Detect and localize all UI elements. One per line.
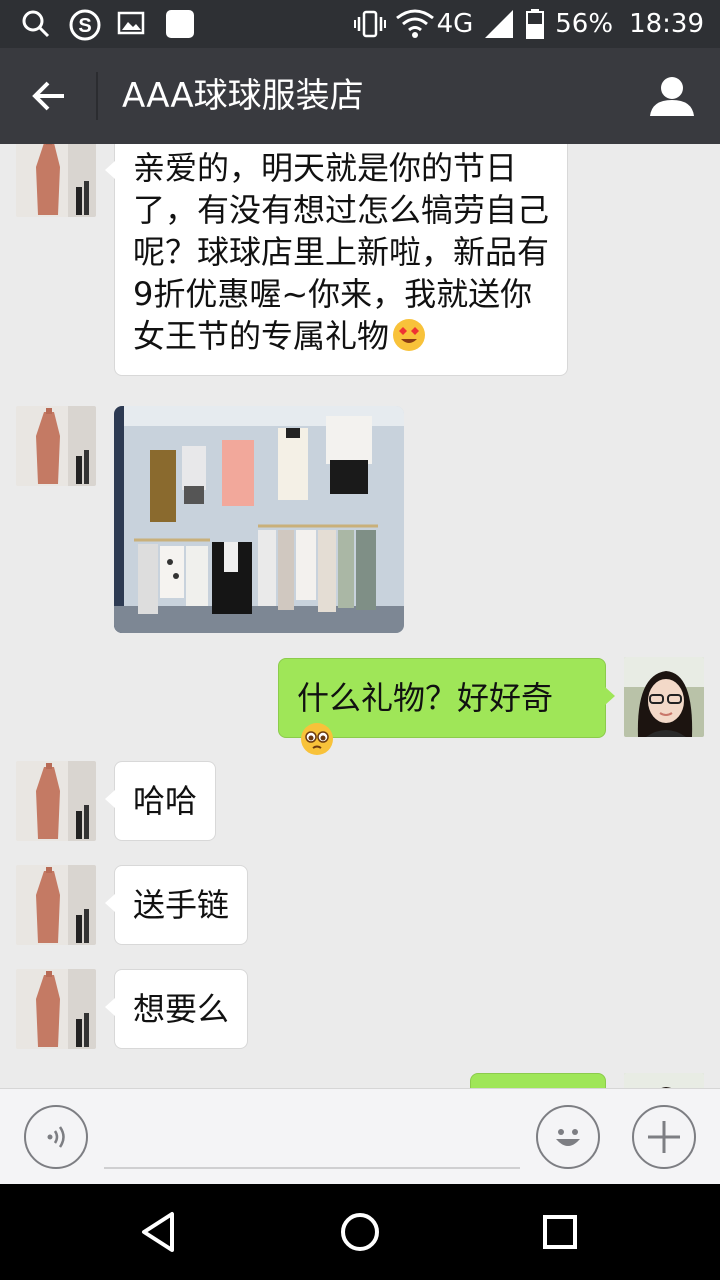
emoji-button[interactable] [536, 1105, 600, 1169]
smiley-icon [556, 1129, 580, 1146]
message-text: 送手链 [133, 886, 230, 924]
shop-avatar[interactable] [16, 865, 96, 945]
message-text: 想要么 [133, 990, 230, 1028]
pleading-emoji [299, 721, 335, 757]
shop-avatar[interactable] [16, 144, 96, 217]
message-bubble[interactable]: 哈哈 [104, 761, 217, 841]
clothing-rack-photo[interactable] [114, 406, 404, 633]
app-icon [164, 8, 196, 40]
voice-button[interactable] [24, 1105, 88, 1169]
wifi-icon [395, 8, 434, 40]
shop-avatar[interactable] [16, 969, 96, 1049]
message-bubble[interactable]: 亲爱的，明天就是你的节日了，有没有想过怎么犒劳自己呢？球球店里上新啦，新品有9折… [105, 144, 568, 376]
message-text: 什么礼物？好好奇 [297, 679, 554, 717]
clock: 18:39 [629, 9, 704, 39]
nav-recents-button[interactable] [536, 1208, 584, 1256]
home-circle-icon [341, 1213, 379, 1251]
svg-text:S: S [78, 15, 91, 37]
user-avatar[interactable] [624, 657, 704, 737]
status-bar: S 4G 56% 18:39 [0, 0, 720, 48]
person-icon [650, 77, 694, 116]
more-button[interactable] [632, 1105, 696, 1169]
page-title: AAA球球服装店 [122, 76, 364, 116]
message-input[interactable] [104, 1167, 520, 1169]
message-bubble[interactable]: 想要么 [104, 969, 249, 1049]
title-bar: AAA球球服装店 [0, 48, 720, 144]
nav-back-button[interactable] [136, 1208, 184, 1256]
message-bubble[interactable] [470, 1073, 606, 1088]
title-divider [96, 72, 98, 120]
signal-icon [483, 8, 515, 40]
user-avatar[interactable] [624, 1073, 704, 1088]
vibrate-icon [353, 8, 386, 40]
input-bar [0, 1088, 720, 1184]
search-icon [20, 8, 52, 40]
message-text: 哈哈 [133, 782, 198, 820]
nav-home-button[interactable] [336, 1208, 384, 1256]
sogou-icon: S [68, 8, 101, 41]
network-label: 4G [436, 9, 474, 39]
back-triangle-icon [142, 1212, 174, 1252]
battery-percent: 56% [555, 9, 614, 39]
plus-icon [648, 1121, 680, 1153]
voice-icon [47, 1126, 65, 1148]
shop-avatar[interactable] [16, 761, 96, 841]
system-nav-bar [0, 1184, 720, 1280]
shop-avatar[interactable] [16, 406, 96, 486]
heart-eyes-emoji [391, 317, 427, 353]
back-button[interactable] [22, 70, 74, 122]
arrow-left-icon [32, 81, 64, 111]
chat-info-button[interactable] [648, 72, 696, 120]
chat-area[interactable]: 亲爱的，明天就是你的节日了，有没有想过怎么犒劳自己呢？球球店里上新啦，新品有9折… [0, 144, 720, 1088]
message-text: 亲爱的，明天就是你的节日了，有没有想过怎么犒劳自己呢？球球店里上新啦，新品有9折… [133, 149, 550, 355]
gallery-icon [116, 8, 148, 40]
message-bubble[interactable]: 什么礼物？好好奇 [278, 658, 615, 755]
battery-icon [525, 8, 545, 40]
recents-square-icon [543, 1215, 577, 1249]
message-bubble[interactable]: 送手链 [104, 865, 249, 945]
